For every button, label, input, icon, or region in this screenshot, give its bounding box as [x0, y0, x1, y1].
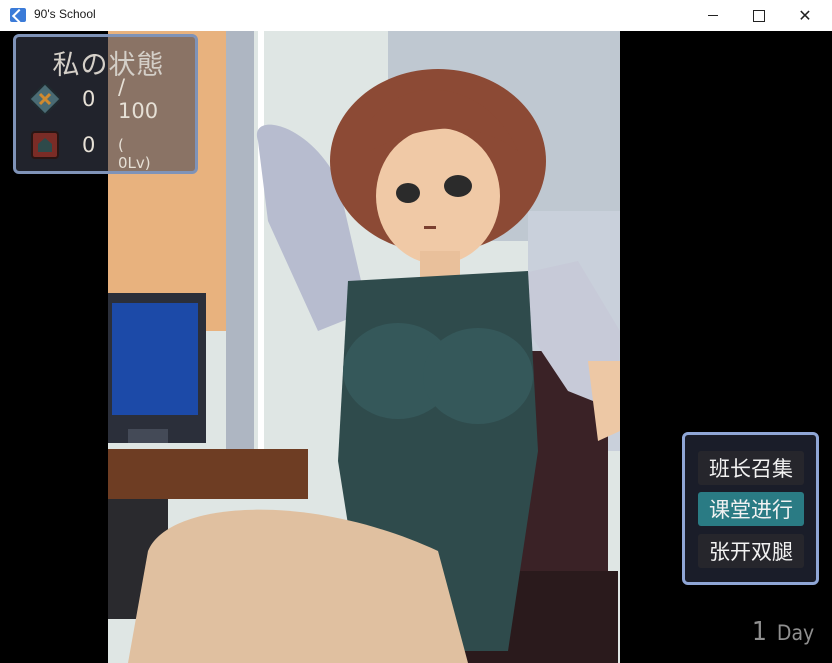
scene-monitor-stand — [128, 429, 168, 443]
scene-face — [376, 128, 500, 264]
minimize-button[interactable] — [690, 0, 736, 31]
house-badge-icon — [31, 131, 59, 159]
app-icon — [10, 8, 26, 22]
menu-item-class-in-progress[interactable]: 课堂进行 — [698, 492, 804, 526]
scene-monitor-screen — [112, 303, 198, 415]
menu-item-spread-legs[interactable]: 张开双腿 — [698, 534, 804, 568]
menu-item-class-monitor-call[interactable]: 班长召集 — [698, 451, 804, 485]
stat-row-level: 0 ( 0Lv) — [30, 128, 151, 172]
scene-desk — [108, 449, 308, 499]
day-indicator: 1 Day — [752, 617, 814, 647]
scene-dress-highlight-right — [423, 328, 533, 424]
scene-pillar — [226, 31, 254, 451]
scene-mouth — [424, 226, 436, 229]
stat-points-value: 0 — [82, 87, 96, 111]
scene-pillar-highlight — [258, 31, 264, 451]
command-menu: 班长召集 课堂进行 张开双腿 — [682, 432, 819, 585]
scene-eye-right — [444, 175, 472, 197]
game-screen[interactable]: 私の状態 0 / 100 0 ( 0Lv) 班长召集 课堂进行 张开双腿 1 Da… — [0, 31, 832, 663]
minimize-icon — [708, 15, 718, 16]
status-window: 私の状態 0 / 100 0 ( 0Lv) — [13, 34, 198, 174]
stat-level-value: 0 — [82, 133, 96, 157]
window-titlebar: 90's School ✕ — [0, 0, 832, 32]
stat-level-label: ( 0Lv) — [118, 136, 151, 172]
close-button[interactable]: ✕ — [782, 0, 828, 31]
maximize-button[interactable] — [736, 0, 782, 31]
scene-eye-left — [396, 183, 420, 203]
status-title: 私の状態 — [52, 50, 165, 81]
day-label: Day — [776, 621, 815, 645]
close-icon: ✕ — [798, 6, 812, 25]
stat-row-points: 0 / 100 — [30, 75, 158, 123]
compass-badge-icon — [30, 84, 60, 114]
maximize-icon — [753, 9, 765, 22]
window-title: 90's School — [34, 7, 96, 21]
day-number: 1 — [752, 617, 767, 647]
stat-points-max: / 100 — [118, 75, 159, 123]
